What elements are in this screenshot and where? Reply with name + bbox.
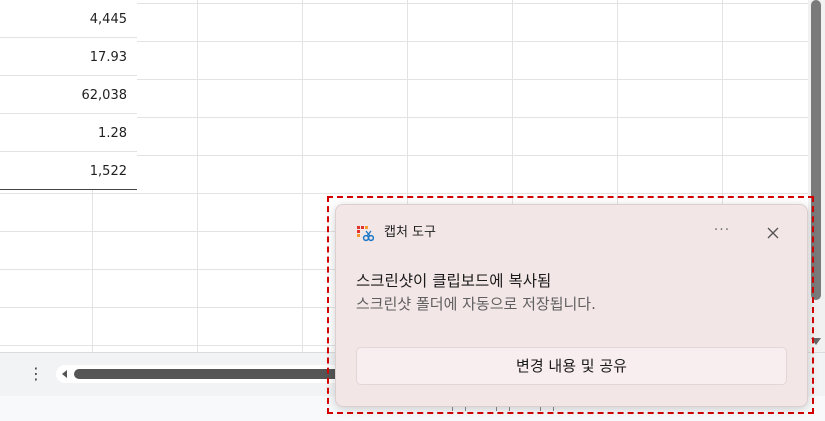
vertical-ellipsis-icon[interactable]: ⋮ bbox=[28, 366, 44, 382]
cell-row-2[interactable]: 17.93 bbox=[0, 38, 137, 76]
cell-row-5[interactable]: 1,522 bbox=[0, 152, 137, 190]
snipping-tool-icon bbox=[357, 226, 374, 242]
more-options-button[interactable]: ··· bbox=[710, 220, 734, 244]
data-column: 4,445 17.93 62,038 1.28 1,522 bbox=[0, 0, 137, 190]
scroll-left-arrow-icon[interactable] bbox=[62, 370, 67, 378]
cell-row-1[interactable]: 4,445 bbox=[0, 0, 137, 38]
horizontal-scrollbar[interactable] bbox=[56, 365, 346, 383]
app-name-label: 캡처 도구 bbox=[384, 225, 436, 240]
screen: 4,445 17.93 62,038 1.28 1,522 ⋮ 캡처 도구 ··… bbox=[0, 0, 825, 421]
more-horizontal-icon: ··· bbox=[713, 222, 731, 238]
cell-row-4[interactable]: 1.28 bbox=[0, 114, 137, 152]
notification-title: 스크린샷이 클립보드에 복사됨 bbox=[356, 272, 552, 290]
horizontal-scrollbar-thumb[interactable] bbox=[74, 369, 346, 379]
edit-and-share-button[interactable]: 변경 내용 및 공유 bbox=[356, 347, 787, 385]
cell-row-3[interactable]: 62,038 bbox=[0, 76, 137, 114]
snipping-tool-notification[interactable]: 캡처 도구 ··· 스크린샷이 클립보드에 복사됨 스크린샷 폴더에 자동으로 … bbox=[335, 204, 808, 407]
close-icon[interactable] bbox=[762, 222, 784, 244]
notification-subtitle: 스크린샷 폴더에 자동으로 저장됩니다. bbox=[356, 295, 596, 313]
